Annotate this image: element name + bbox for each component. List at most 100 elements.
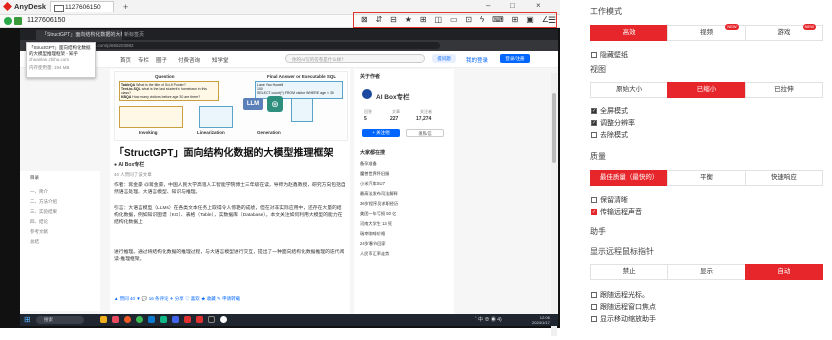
- fullscreen-checkbox[interactable]: ✓ 全屏模式: [591, 106, 628, 116]
- follow-focus-checkbox[interactable]: 跟随远程窗口焦点: [591, 302, 656, 312]
- keyboard-icon[interactable]: ⌨: [492, 14, 504, 26]
- app-name: AnyDesk: [14, 2, 47, 11]
- hot-item[interactable]: 美团一年亏损 50 亿: [360, 211, 396, 217]
- toc-item[interactable]: 一、简介: [30, 189, 48, 195]
- hot-item[interactable]: 小米汽车SU7: [360, 181, 385, 187]
- app-icon[interactable]: [124, 316, 131, 323]
- nav-circle[interactable]: 圈子: [156, 56, 167, 64]
- remote-desktop-view[interactable]: 「StructGPT」面向结构化数据的大模型推 新标签页 zhuanlan.zh…: [0, 28, 560, 336]
- clock[interactable]: 12:06 2024/1/17: [532, 315, 550, 325]
- nav-column[interactable]: 专栏: [138, 56, 149, 64]
- mode-efficient-button[interactable]: 高效: [590, 25, 669, 41]
- url-input[interactable]: zhuanlan.zhihu.com/p/665203982: [60, 42, 440, 49]
- nav-home[interactable]: 首页: [120, 56, 131, 64]
- sidebar-author-name[interactable]: AI Box专栏: [376, 91, 410, 101]
- system-tray[interactable]: ˆ 中 ⊕ ◉ 4): [475, 315, 502, 325]
- login-link[interactable]: 我的登录: [466, 56, 488, 64]
- browser-tab-active[interactable]: 「StructGPT」面向结构化数据的大模型推: [36, 30, 122, 40]
- mode-video-button[interactable]: 视频 NEW: [667, 24, 746, 41]
- cursor-auto-button[interactable]: 自动: [744, 264, 823, 280]
- toc-item[interactable]: 四、结论: [30, 219, 48, 225]
- anydesk-taskbar-icon[interactable]: [196, 316, 203, 323]
- close-button[interactable]: ×: [536, 1, 541, 10]
- follow-cursor-checkbox[interactable]: 跟随远程光标。: [591, 290, 649, 300]
- windows-start-icon[interactable]: ⊞: [24, 316, 31, 324]
- remove-mode-checkbox[interactable]: 去除模式: [591, 130, 628, 140]
- maximize-button[interactable]: □: [510, 1, 515, 10]
- lightning-icon[interactable]: ϟ: [480, 14, 484, 26]
- ask-button[interactable]: 提问题: [432, 54, 456, 63]
- follow-button[interactable]: + 关注他: [362, 129, 400, 137]
- adjust-resolution-checkbox[interactable]: ✓ 调整分辨率: [591, 118, 635, 128]
- menu-icon[interactable]: ☰: [548, 15, 556, 26]
- article-author[interactable]: ● AI Box专栏: [114, 161, 144, 168]
- transfer-icon[interactable]: ⇵: [376, 14, 383, 26]
- app-icon[interactable]: [220, 316, 227, 323]
- article-title: 「StructGPT」面向结构化数据的大模型推理框架: [114, 148, 334, 159]
- toc-item[interactable]: 参考文献: [30, 229, 48, 235]
- taskbar-search[interactable]: 搜索: [36, 316, 84, 324]
- app-icon[interactable]: [184, 316, 191, 323]
- quality-fast-button[interactable]: 快速响应: [744, 170, 823, 186]
- cursor-disable-button[interactable]: 禁止: [590, 264, 669, 280]
- hide-wallpaper-checkbox[interactable]: 隐藏壁纸: [591, 50, 628, 60]
- hot-item[interactable]: 人民币汇率走势: [360, 251, 389, 257]
- minimize-button[interactable]: –: [486, 1, 490, 10]
- scrollbar-thumb[interactable]: [552, 93, 556, 163]
- split-view-icon[interactable]: ◫: [434, 14, 442, 26]
- toc-item[interactable]: 二、方法介绍: [30, 199, 57, 205]
- stat-value: 227: [390, 116, 399, 122]
- register-button[interactable]: 登录/注册: [500, 54, 530, 63]
- article-paragraph: 进行推理。通过将结构化数据的推理过程，与大语言模型进行交互，提出了一种面向结构化…: [114, 250, 345, 262]
- star-icon[interactable]: ★: [405, 14, 412, 26]
- hot-item[interactable]: 瑞幸咖啡价格: [360, 231, 385, 237]
- hot-item[interactable]: 24岁春节回家: [360, 241, 386, 247]
- nav-learn[interactable]: 知学堂: [212, 56, 229, 64]
- app-icon[interactable]: [172, 316, 179, 323]
- app-icon[interactable]: [112, 316, 119, 323]
- screenshot-icon[interactable]: ⊞: [420, 14, 427, 26]
- hot-item[interactable]: 魔兽世界怀旧服: [360, 171, 389, 177]
- figure-output-box: [291, 98, 313, 122]
- avatar[interactable]: [362, 89, 372, 99]
- session-tab[interactable]: 1127606150: [50, 1, 114, 12]
- search-input[interactable]: 你的AI写的答卷是什么样？: [285, 54, 425, 63]
- remote-id[interactable]: 1127606150: [27, 17, 65, 24]
- browser-tab-new[interactable]: 新标签页: [124, 30, 164, 40]
- cursor-group: 禁止 显示 自动: [590, 264, 823, 280]
- transmit-audio-checkbox[interactable]: ✓ 传输远程声音: [591, 207, 642, 217]
- cursor-show-button[interactable]: 显示: [667, 264, 746, 280]
- view-original-button[interactable]: 原始大小: [590, 82, 669, 98]
- keep-clear-checkbox[interactable]: 保留清晰: [591, 195, 628, 205]
- quality-balanced-button[interactable]: 平衡: [667, 170, 746, 186]
- clipboard-icon[interactable]: ⊟: [390, 14, 397, 26]
- article-actions[interactable]: ▲ 赞同 40 ▼ 💬 16 条评论 ✈ 分享 ♡ 喜欢 ★ 收藏 ✎ 申请转载: [114, 296, 240, 302]
- chat-icon[interactable]: ▭: [450, 14, 458, 26]
- message-button[interactable]: 发私信: [406, 129, 444, 137]
- mode-game-button[interactable]: 游戏 NEW: [744, 24, 823, 41]
- hot-item[interactable]: 备孕准备: [360, 161, 377, 167]
- hot-item[interactable]: 最高法发布司法解释: [360, 191, 398, 197]
- whiteboard-icon[interactable]: ⊡: [465, 14, 472, 26]
- wechat-icon[interactable]: [160, 316, 167, 323]
- chrome-icon[interactable]: [136, 316, 143, 323]
- toc-item[interactable]: 总结: [30, 239, 39, 245]
- page-scrollbar[interactable]: [551, 73, 557, 336]
- hot-item[interactable]: 36岁程序员求职经历: [360, 201, 398, 207]
- toc-item[interactable]: 三、实验结果: [30, 209, 57, 215]
- new-tab-button[interactable]: +: [123, 2, 128, 12]
- app-icon[interactable]: [208, 316, 215, 323]
- figure-kg-box: [119, 106, 183, 128]
- hot-item[interactable]: 河南大学生 13 死: [360, 221, 392, 227]
- zoom-helper-checkbox[interactable]: 显示移动缩放助手: [591, 314, 656, 324]
- app-icon[interactable]: [148, 316, 155, 323]
- monitor-icon[interactable]: ⊠: [361, 14, 368, 26]
- window-icon[interactable]: ⊞: [512, 14, 519, 26]
- checkbox-checked-icon: ✓: [591, 209, 597, 215]
- nav-paid[interactable]: 付费咨询: [178, 56, 200, 64]
- file-explorer-icon[interactable]: [100, 316, 107, 323]
- view-stretch-button[interactable]: 已拉伸: [744, 82, 823, 98]
- fit-icon[interactable]: ▣: [526, 14, 534, 26]
- quality-best-button[interactable]: 最佳质量（最快的）: [590, 170, 669, 186]
- view-shrink-button[interactable]: 已缩小: [667, 82, 746, 98]
